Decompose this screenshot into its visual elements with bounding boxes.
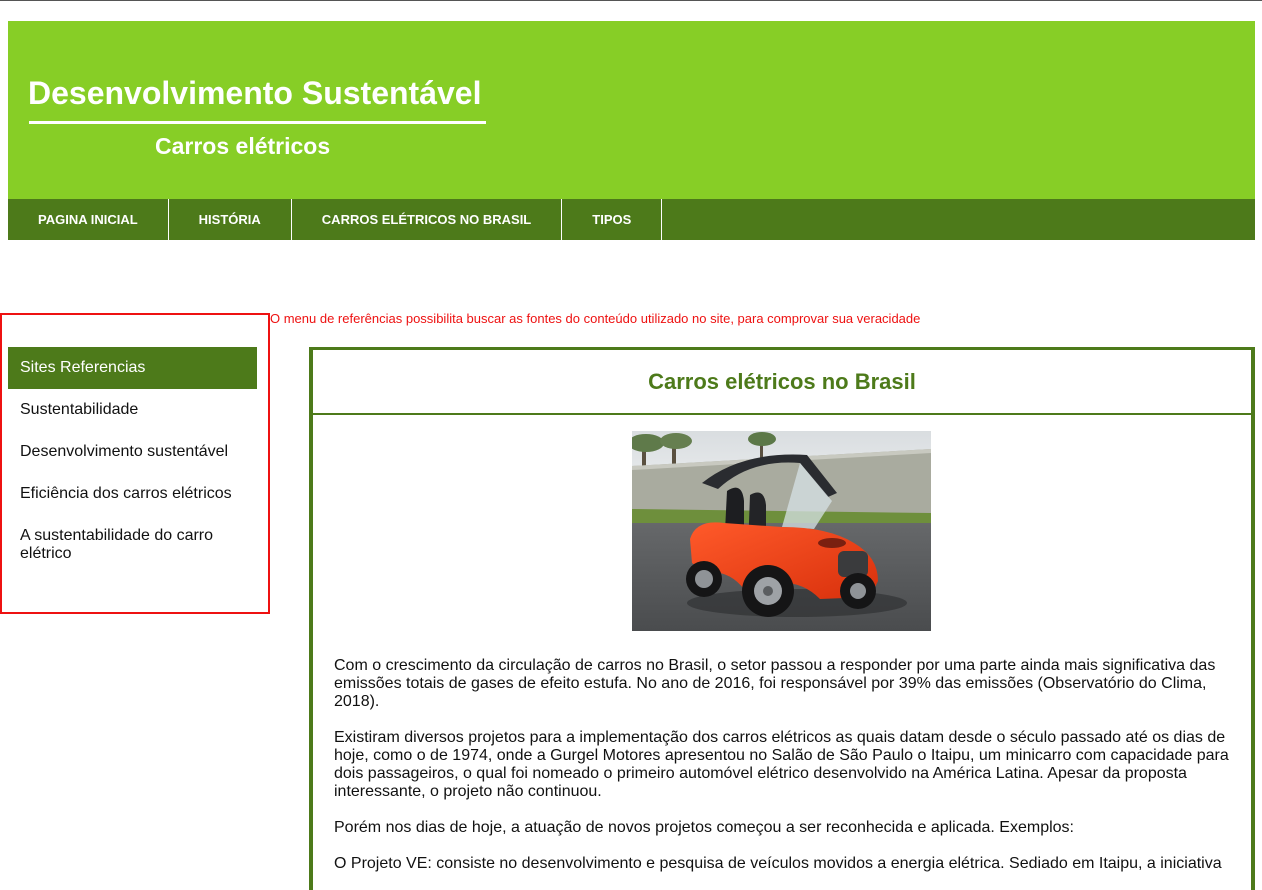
sidebar-item-eficiencia[interactable]: Eficiência dos carros elétricos (8, 473, 257, 515)
nav-item-carros-eletricos-no-brasil[interactable]: CARROS ELÉTRICOS NO BRASIL (292, 199, 563, 240)
title-underline (29, 121, 486, 124)
sidebar-list: Sites Referencias Sustentabilidade Desen… (8, 347, 257, 575)
top-border (0, 0, 1262, 1)
paragraph: Existiram diversos projetos para a imple… (334, 729, 1229, 800)
paragraph: Porém nos dias de hoje, a atuação de nov… (334, 819, 1074, 836)
sidebar-item-sustentabilidade-carro[interactable]: A sustentabilidade do carro elétrico (8, 515, 257, 575)
site-header: Desenvolvimento Sustentável Carros elétr… (8, 21, 1255, 199)
site-title: Desenvolvimento Sustentável (28, 75, 482, 111)
electric-car-photo (632, 431, 931, 631)
main-content: Carros elétricos no Brasil Com o crescim… (309, 347, 1255, 890)
sidebar-item-sites-referencias[interactable]: Sites Referencias (8, 347, 257, 389)
main-nav: PAGINA INICIAL HISTÓRIA CARROS ELÉTRICOS… (8, 199, 1255, 240)
page-title: Carros elétricos no Brasil (313, 350, 1251, 415)
references-note: O menu de referências possibilita buscar… (270, 311, 921, 326)
sidebar-item-desenvolvimento-sustentavel[interactable]: Desenvolvimento sustentável (8, 431, 257, 473)
nav-item-tipos[interactable]: TIPOS (562, 199, 663, 240)
references-sidebar: Sites Referencias Sustentabilidade Desen… (0, 313, 270, 614)
nav-item-historia[interactable]: HISTÓRIA (169, 199, 292, 240)
paragraph: Com o crescimento da circulação de carro… (334, 657, 1216, 710)
site-subtitle: Carros elétricos (155, 133, 331, 159)
sidebar-item-sustentabilidade[interactable]: Sustentabilidade (8, 389, 257, 431)
paragraph: O Projeto VE: consiste no desenvolviment… (334, 855, 1222, 872)
nav-item-pagina-inicial[interactable]: PAGINA INICIAL (8, 199, 169, 240)
article-body: Com o crescimento da circulação de carro… (334, 657, 1234, 890)
